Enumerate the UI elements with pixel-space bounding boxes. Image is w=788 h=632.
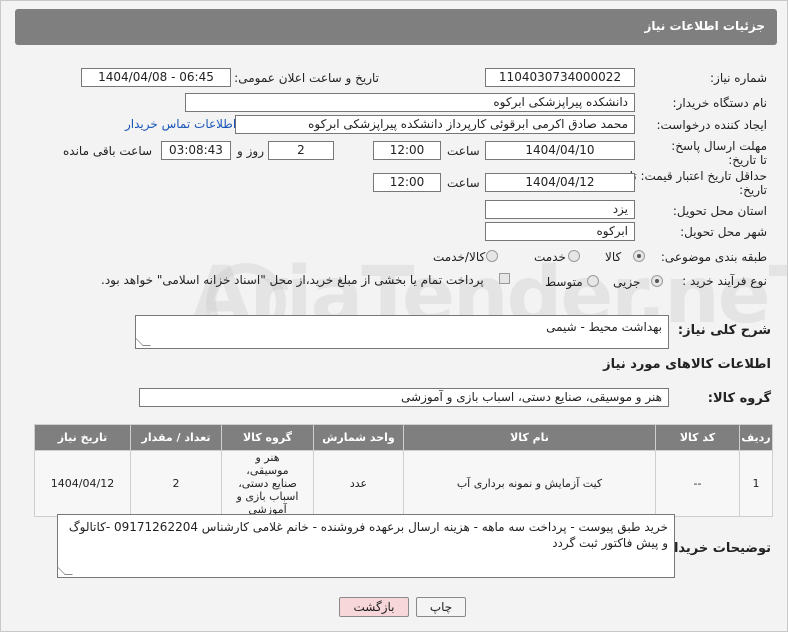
remaining-label: ساعت باقی مانده	[63, 144, 153, 158]
deadline-label: مهلت ارسال پاسخ: تا تاریخ:	[671, 139, 767, 167]
treasury-payment-checkbox[interactable]	[499, 273, 510, 284]
price-time-label: ساعت	[447, 176, 480, 190]
purchase-minor-label: جزیی	[613, 275, 641, 289]
cell-group: هنر و موسیقی، صنایع دستی، اسباب بازی و آ…	[221, 450, 314, 517]
buyer-org-field[interactable]: دانشکده پیراپزشکی ابرکوه	[185, 93, 635, 112]
col-header-row-number: ردیف	[739, 424, 773, 451]
col-header-name: نام کالا	[403, 424, 656, 451]
buyer-notes-textarea[interactable]: خرید طبق پیوست - پرداخت سه ماهه - هزینه …	[57, 514, 675, 578]
page-title: جزئیات اطلاعات نیاز	[15, 9, 777, 45]
days-label: روز و	[237, 144, 264, 158]
city-label: شهر محل تحویل:	[680, 225, 767, 239]
table-header-row: ردیف کد کالا نام کالا واحد شمارش گروه کا…	[34, 424, 773, 451]
cell-date: 1404/04/12	[34, 450, 131, 517]
price-time-field[interactable]: 12:00	[373, 173, 441, 192]
category-service-radio[interactable]	[568, 250, 580, 262]
back-button[interactable]: بازگشت	[339, 597, 409, 617]
col-header-group: گروه کالا	[221, 424, 314, 451]
buyer-notes-label: توضیحات خریدار:	[661, 541, 771, 556]
category-both-radio[interactable]	[486, 250, 498, 262]
deadline-time-label: ساعت	[447, 144, 480, 158]
category-goods-radio[interactable]	[633, 250, 645, 262]
description-textarea[interactable]: بهداشت محیط - شیمی	[135, 315, 669, 349]
purchase-type-label: نوع فرآیند خرید :	[682, 274, 767, 288]
goods-group-field[interactable]: هنر و موسیقی، صنایع دستی، اسباب بازی و آ…	[139, 388, 669, 407]
cell-name: کیت آزمایش و نمونه برداری آب	[403, 450, 656, 517]
details-panel: AriaTender.neT جزئیات اطلاعات نیاز شماره…	[0, 0, 788, 632]
purchase-minor-radio[interactable]	[651, 275, 663, 287]
resize-handle-icon[interactable]	[135, 338, 151, 346]
need-number-label: شماره نیاز:	[710, 71, 767, 85]
remaining-time-field[interactable]: 03:08:43	[161, 141, 231, 160]
col-header-date: تاریخ نیاز	[34, 424, 131, 451]
purchase-medium-label: متوسط	[545, 275, 583, 289]
print-button[interactable]: چاپ	[416, 597, 466, 617]
cell-unit: عدد	[313, 450, 404, 517]
description-text: بهداشت محیط - شیمی	[546, 320, 662, 334]
cell-row-number: 1	[739, 450, 773, 517]
city-field[interactable]: ابرکوه	[485, 222, 635, 241]
province-label: استان محل تحویل:	[672, 204, 767, 218]
purchase-medium-radio[interactable]	[587, 275, 599, 287]
description-label: شرح کلی نیاز:	[677, 323, 771, 338]
cell-qty: 2	[130, 450, 222, 517]
payment-note: پرداخت تمام یا بخشی از مبلغ خرید،از محل …	[101, 273, 484, 287]
resize-handle-icon[interactable]	[57, 567, 73, 575]
creator-label: ایجاد کننده درخواست:	[656, 118, 767, 132]
col-header-unit: واحد شمارش	[313, 424, 404, 451]
goods-group-label: گروه کالا:	[707, 391, 771, 406]
goods-info-title: اطلاعات کالاهای مورد نیاز	[603, 357, 771, 372]
price-validity-label: حداقل تاریخ اعتبار قیمت: تا تاریخ:	[629, 169, 767, 197]
cell-code: --	[655, 450, 740, 517]
need-number-field[interactable]: 1104030734000022	[485, 68, 635, 87]
deadline-date-field[interactable]: 1404/04/10	[485, 141, 635, 160]
contact-info-link[interactable]: اطلاعات تماس خریدار	[125, 117, 236, 131]
category-label: طبقه بندی موضوعی:	[660, 250, 767, 264]
buyer-org-label: نام دستگاه خریدار:	[672, 96, 768, 110]
creator-field[interactable]: محمد صادق اکرمی ابرقوئی کارپرداز دانشکده…	[235, 115, 635, 134]
col-header-code: کد کالا	[655, 424, 740, 451]
category-goods-label: کالا	[605, 250, 622, 264]
deadline-time-field[interactable]: 12:00	[373, 141, 441, 160]
price-date-field[interactable]: 1404/04/12	[485, 173, 635, 192]
province-field[interactable]: یزد	[485, 200, 635, 219]
announce-label: تاریخ و ساعت اعلان عمومی:	[234, 71, 379, 85]
category-both-label: کالا/خدمت	[433, 250, 486, 264]
col-header-qty: تعداد / مقدار	[130, 424, 222, 451]
items-table: ردیف کد کالا نام کالا واحد شمارش گروه کا…	[34, 424, 773, 517]
days-field[interactable]: 2	[268, 141, 334, 160]
table-row[interactable]: 1 -- کیت آزمایش و نمونه برداری آب عدد هن…	[34, 450, 773, 517]
announce-field[interactable]: 1404/04/08 - 06:45	[81, 68, 231, 87]
category-service-label: خدمت	[534, 250, 566, 264]
buyer-notes-text: خرید طبق پیوست - پرداخت سه ماهه - هزینه …	[68, 520, 668, 550]
